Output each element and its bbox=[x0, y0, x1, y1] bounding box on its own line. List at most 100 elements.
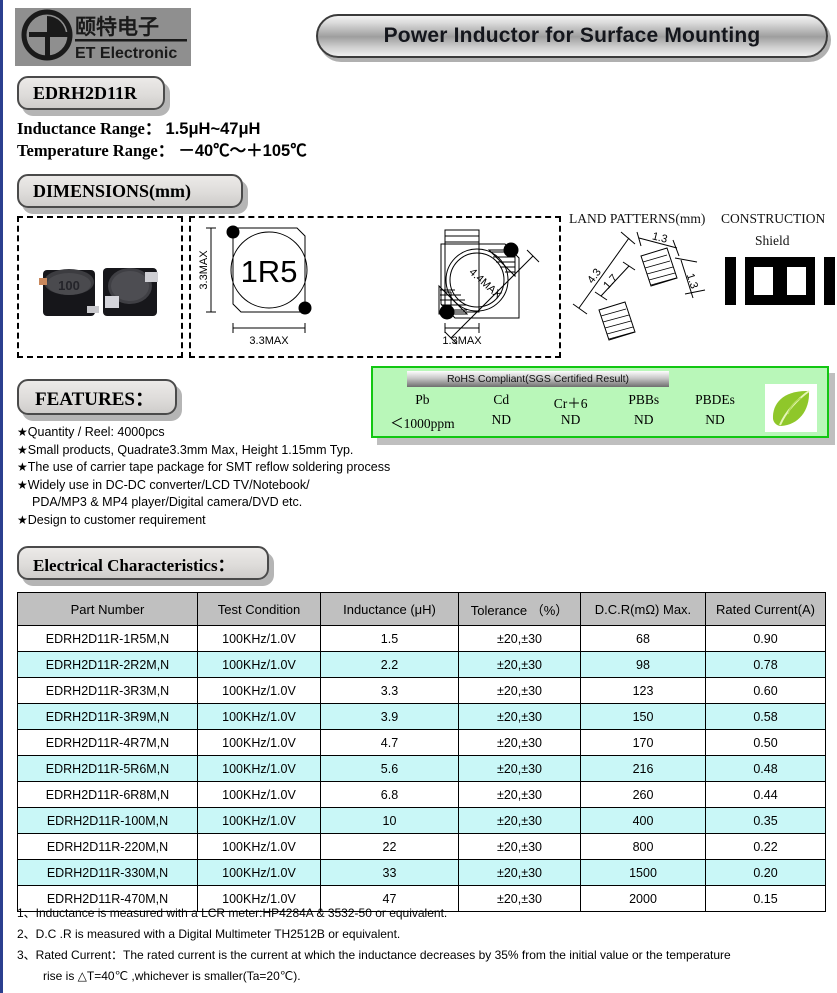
feature-item: ★Small products, Quadrate3.3mm Max, Heig… bbox=[17, 442, 437, 460]
rohs-substance-row: Pb Cd Cr＋6 PBBs PBDEs bbox=[373, 392, 753, 412]
land-dim-pad-width: 1.3 bbox=[651, 230, 669, 245]
land-dim-gap: 1.7 bbox=[601, 272, 620, 291]
rohs-result-pbdes: ND bbox=[705, 412, 725, 427]
table-cell: 100KHz/1.0V bbox=[197, 703, 321, 730]
table-cell: 3.9 bbox=[320, 703, 459, 730]
note-item: 2、D.C .R is measured with a Digital Mult… bbox=[17, 927, 401, 941]
table-cell: 68 bbox=[580, 625, 706, 652]
table-cell: EDRH2D11R-4R7M,N bbox=[17, 729, 198, 756]
table-cell: 4.7 bbox=[320, 729, 459, 756]
table-cell: 2.2 bbox=[320, 651, 459, 678]
land-pattern-drawing: 4.3 1.7 1.3 1.3 bbox=[563, 222, 723, 357]
column-header-inductance: Inductance (μH) bbox=[320, 592, 459, 626]
features-section-header: FEATURES： bbox=[17, 379, 177, 415]
table-cell: ±20,±30 bbox=[458, 651, 581, 678]
table-cell: 3.3 bbox=[320, 677, 459, 704]
rohs-substance-pbbs: PBBs bbox=[628, 392, 660, 407]
table-cell: EDRH2D11R-6R8M,N bbox=[17, 781, 198, 808]
table-cell: EDRH2D11R-2R2M,N bbox=[17, 651, 198, 678]
table-cell: 0.35 bbox=[705, 807, 826, 834]
table-cell: 100KHz/1.0V bbox=[197, 625, 321, 652]
bottom-view-drawing: 4.4MAX bbox=[427, 230, 557, 353]
product-photo: 100 bbox=[37, 252, 165, 326]
table-cell: 100KHz/1.0V bbox=[197, 677, 321, 704]
table-cell: 33 bbox=[320, 859, 459, 886]
table-cell: 0.90 bbox=[705, 625, 826, 652]
feature-item: ★Design to customer requirement bbox=[17, 512, 437, 530]
table-cell: 170 bbox=[580, 729, 706, 756]
column-header-rated-current: Rated Current(A) bbox=[705, 592, 826, 626]
notes-block: 1、Inductance is measured with a LCR mete… bbox=[17, 903, 827, 987]
page-title: Power Inductor for Surface Mounting bbox=[316, 14, 828, 58]
inductance-range-value: 1.5μH~47μH bbox=[165, 120, 261, 138]
table-cell: 800 bbox=[580, 833, 706, 860]
feature-text: Widely use in DC-DC converter/LCD TV/Not… bbox=[27, 477, 310, 492]
bullet-star-icon: ★ bbox=[17, 442, 28, 457]
table-cell: 100KHz/1.0V bbox=[197, 833, 321, 860]
construction-label: CONSTRUCTION bbox=[721, 211, 826, 226]
dim-diagonal-label: 4.4MAX bbox=[466, 266, 504, 302]
et-electronic-logo: 颐特电子 ET Electronic bbox=[15, 8, 191, 66]
table-cell: 0.50 bbox=[705, 729, 826, 756]
table-cell: 0.48 bbox=[705, 755, 826, 782]
column-header-dcr: D.C.R(mΩ) Max. bbox=[580, 592, 706, 626]
svg-text:ET Electronic: ET Electronic bbox=[75, 45, 177, 62]
table-cell: ±20,±30 bbox=[458, 703, 581, 730]
table-cell: 216 bbox=[580, 755, 706, 782]
rohs-substance-pb: Pb bbox=[415, 392, 430, 407]
rohs-substance-pbdes: PBDEs bbox=[695, 392, 735, 407]
dim-height-label: 3.3MAX bbox=[198, 250, 210, 290]
rohs-bar: RoHS Compliant(SGS Certified Result) bbox=[407, 371, 669, 387]
features-list: ★Quantity / Reel: 4000pcs ★Small product… bbox=[17, 424, 437, 530]
table-body: EDRH2D11R-1R5M,N 100KHz/1.0V 1.5 ±20,±30 68 0… bbox=[17, 625, 826, 912]
table-row: EDRH2D11R-3R9M,N 100KHz/1.0V 3.9 ±20,±30 150… bbox=[17, 703, 826, 730]
table-cell: 10 bbox=[320, 807, 459, 834]
table-cell: ±20,±30 bbox=[458, 755, 581, 782]
feature-text: Quantity / Reel: 4000pcs bbox=[27, 425, 165, 439]
datasheet-page: 颐特电子 ET Electronic Power Inductor for Su… bbox=[0, 0, 837, 993]
table-cell: ±20,±30 bbox=[458, 781, 581, 808]
electrical-section-header: Electrical Characteristics： bbox=[17, 546, 269, 580]
table-cell: 0.44 bbox=[705, 781, 826, 808]
top-view-marking: 1R5 bbox=[241, 254, 298, 289]
table-cell: 1500 bbox=[580, 859, 706, 886]
temperature-range-label: Temperature Range： bbox=[17, 141, 175, 160]
electrical-characteristics-table: Part Number Test Condition Inductance (μ… bbox=[17, 592, 826, 912]
dimensions-section-header: DIMENSIONS(mm) bbox=[17, 174, 243, 208]
shield-construction-icon bbox=[725, 255, 835, 307]
table-cell: 123 bbox=[580, 677, 706, 704]
table-cell: 0.78 bbox=[705, 651, 826, 678]
table-cell: EDRH2D11R-220M,N bbox=[17, 833, 198, 860]
feature-continuation: PDA/MP3 & MP4 player/Digital camera/DVD … bbox=[32, 495, 303, 510]
table-cell: 0.60 bbox=[705, 677, 826, 704]
table-cell: ±20,±30 bbox=[458, 807, 581, 834]
feature-item: ★Quantity / Reel: 4000pcs bbox=[17, 424, 437, 442]
inductance-range-label: Inductance Range： bbox=[17, 119, 162, 138]
rohs-substance-cd: Cd bbox=[493, 392, 510, 407]
electrical-section-label: Electrical Characteristics： bbox=[33, 555, 235, 575]
table-row: EDRH2D11R-5R6M,N 100KHz/1.0V 5.6 ±20,±30 216… bbox=[17, 755, 826, 782]
table-cell: ±20,±30 bbox=[458, 677, 581, 704]
column-header-test-condition: Test Condition bbox=[197, 592, 321, 626]
table-cell: ±20,±30 bbox=[458, 625, 581, 652]
construction-type-label: Shield bbox=[755, 233, 790, 248]
dimensions-section-label: DIMENSIONS(mm) bbox=[33, 180, 192, 201]
rohs-result-cd: ND bbox=[491, 412, 512, 427]
rohs-result-pbbs: ND bbox=[634, 412, 654, 427]
table-cell: 260 bbox=[580, 781, 706, 808]
svg-text:100: 100 bbox=[58, 278, 80, 293]
land-dim-pad-height: 1.3 bbox=[684, 272, 700, 290]
inductance-range-row: Inductance Range： 1.5μH~47μH bbox=[17, 118, 307, 140]
feature-item: ★The use of carrier tape package for SMT… bbox=[17, 459, 437, 477]
rohs-bar-text: RoHS Compliant(SGS Certified Result) bbox=[446, 373, 630, 385]
bullet-star-icon: ★ bbox=[17, 512, 28, 527]
range-block: Inductance Range： 1.5μH~47μH Temperature… bbox=[17, 118, 307, 162]
table-cell: EDRH2D11R-3R9M,N bbox=[17, 703, 198, 730]
table-cell: 0.58 bbox=[705, 703, 826, 730]
rohs-result-cr6: ND bbox=[560, 412, 581, 427]
table-cell: 5.6 bbox=[320, 755, 459, 782]
table-cell: EDRH2D11R-3R3M,N bbox=[17, 677, 198, 704]
table-cell: 0.22 bbox=[705, 833, 826, 860]
table-row: EDRH2D11R-3R3M,N 100KHz/1.0V 3.3 ±20,±30 123… bbox=[17, 677, 826, 704]
table-cell: 100KHz/1.0V bbox=[197, 755, 321, 782]
